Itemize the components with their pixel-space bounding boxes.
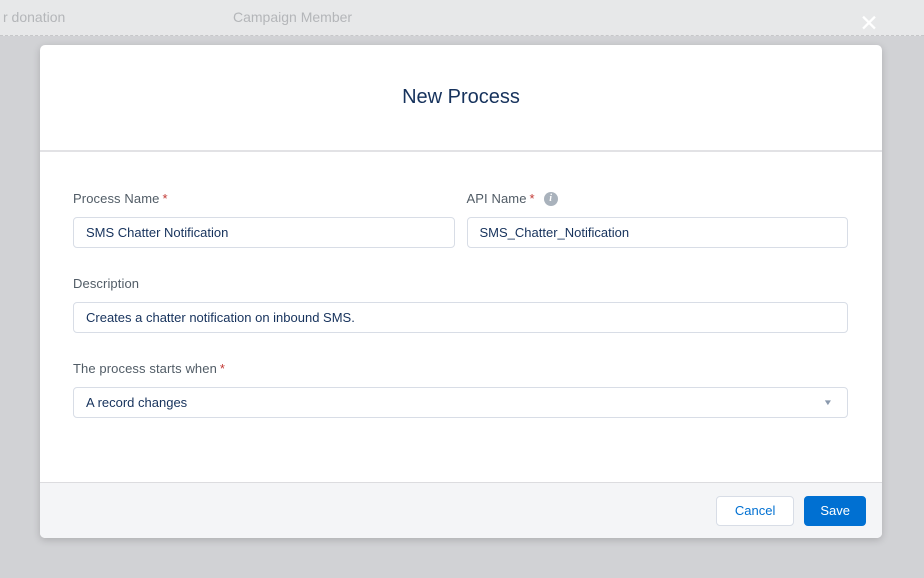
process-name-label: Process Name* (73, 191, 455, 206)
api-name-label: API Name* i (467, 191, 849, 206)
close-icon[interactable]: ✕ (854, 8, 884, 38)
description-label: Description (73, 276, 848, 291)
new-process-modal: New Process Process Name* API Name* i (40, 45, 882, 538)
required-marker: * (162, 191, 167, 206)
cancel-button[interactable]: Cancel (716, 496, 794, 526)
info-icon[interactable]: i (544, 192, 558, 206)
chevron-down-icon: ▼ (823, 398, 833, 407)
modal-footer: Cancel Save (40, 482, 882, 538)
save-button[interactable]: Save (804, 496, 866, 526)
api-name-input[interactable] (467, 217, 849, 248)
required-marker: * (530, 191, 535, 206)
description-input[interactable] (73, 302, 848, 333)
starts-when-field-group: The process starts when* A record change… (73, 361, 848, 418)
process-name-input[interactable] (73, 217, 455, 248)
starts-when-dropdown[interactable]: A record changes ▼ (73, 387, 848, 418)
starts-when-label: The process starts when* (73, 361, 848, 376)
description-field-group: Description (73, 276, 848, 333)
background-toolbar: r donation Campaign Member (0, 0, 924, 36)
api-name-field-group: API Name* i (467, 191, 849, 248)
modal-title: New Process (402, 86, 520, 109)
modal-body: Process Name* API Name* i Description (40, 152, 882, 482)
modal-header: New Process (40, 45, 882, 152)
process-name-field-group: Process Name* (73, 191, 455, 248)
background-object-label: r donation (3, 9, 65, 25)
starts-when-selected-value: A record changes (86, 395, 187, 410)
background-object-label: Campaign Member (233, 9, 352, 25)
required-marker: * (220, 361, 225, 376)
